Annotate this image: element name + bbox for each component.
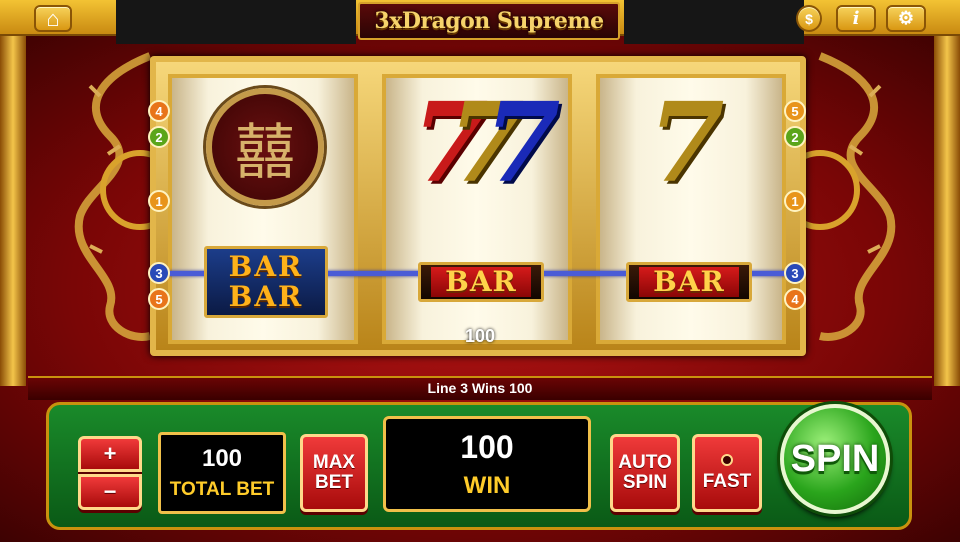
seven-blue: 7: [484, 78, 561, 207]
settings-button[interactable]: ⚙: [886, 5, 926, 32]
auto-spin-button[interactable]: AUTO SPIN: [610, 434, 680, 512]
seven-gold-single: 7: [648, 78, 725, 207]
win-message: Line 3 Wins 100: [427, 380, 533, 396]
line-marker-right-2: 2: [784, 126, 806, 148]
fast-label: FAST: [702, 471, 752, 493]
game-title-logo: 3xDragon Supreme: [358, 2, 620, 40]
total-bet-label: TOTAL BET: [169, 479, 275, 500]
spin-label: SPIN: [790, 437, 880, 480]
single-bar-text: BAR: [639, 267, 739, 297]
right-pillar: [934, 36, 960, 386]
line-marker-left-2: 2: [148, 126, 170, 148]
auto-spin-label-2: SPIN: [622, 472, 668, 493]
line-marker-right-1: 1: [784, 190, 806, 212]
max-bet-label-1: MAX: [312, 452, 356, 474]
info-button[interactable]: i: [836, 5, 876, 32]
line-marker-right-4: 4: [784, 288, 806, 310]
total-bet-value: 100: [201, 445, 243, 472]
top-bar-panel-right: [624, 0, 804, 44]
line-marker-left-3: 3: [148, 262, 170, 284]
line-marker-right-3: 3: [784, 262, 806, 284]
top-bar-panel-left: [116, 0, 356, 44]
line-marker-left-4: 4: [148, 100, 170, 122]
win-display: 100 WIN: [383, 416, 591, 512]
coins-button[interactable]: $: [796, 5, 822, 32]
bet-increase-button[interactable]: +: [78, 436, 142, 472]
plus-icon: +: [103, 441, 117, 467]
max-bet-button[interactable]: MAX BET: [300, 434, 368, 512]
fast-button[interactable]: FAST: [692, 434, 762, 512]
single-bar-symbol-reel-3: BAR: [626, 262, 752, 302]
minus-icon: −: [103, 479, 117, 505]
double-happiness-coin-symbol: 囍: [206, 88, 324, 206]
gear-icon: ⚙: [897, 8, 915, 28]
game-title: 3xDragon Supreme: [374, 8, 604, 34]
line-marker-left-5: 5: [148, 288, 170, 310]
fast-indicator-light: [721, 454, 733, 467]
total-bet-display: 100 TOTAL BET: [158, 432, 286, 514]
home-icon: ⌂: [46, 5, 60, 31]
info-icon: i: [852, 8, 860, 29]
double-bar-top-text: BAR: [228, 250, 304, 283]
win-value: 100: [460, 428, 514, 465]
bet-decrease-button[interactable]: −: [78, 474, 142, 510]
line-marker-right-5: 5: [784, 100, 806, 122]
double-bar-symbol: BAR BAR: [204, 246, 328, 318]
single-bar-text: BAR: [431, 267, 531, 297]
win-label: WIN: [463, 471, 511, 499]
max-bet-label-2: BET: [315, 472, 353, 493]
double-bar-bottom-text: BAR: [228, 280, 304, 313]
coin-glyph: 囍: [235, 117, 295, 188]
auto-spin-label-1: AUTO: [618, 452, 672, 474]
reel-win-amount: 100: [464, 326, 496, 346]
line-marker-left-1: 1: [148, 190, 170, 212]
home-button[interactable]: ⌂: [34, 5, 72, 32]
spin-button[interactable]: SPIN: [780, 404, 890, 514]
coin-icon: $: [805, 10, 813, 27]
single-bar-symbol-reel-2: BAR: [418, 262, 544, 302]
left-pillar: [0, 36, 26, 386]
